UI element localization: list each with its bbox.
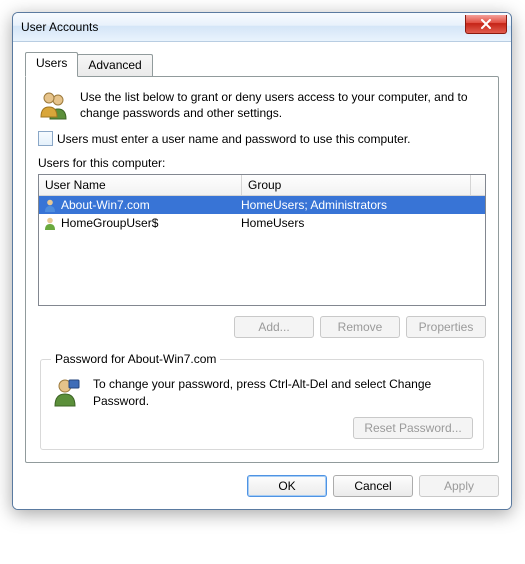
cell-group: HomeUsers; Administrators bbox=[237, 198, 485, 212]
password-group-title: Password for About-Win7.com bbox=[51, 352, 220, 366]
cell-group: HomeUsers bbox=[237, 216, 485, 230]
close-icon bbox=[480, 19, 492, 29]
properties-button[interactable]: Properties bbox=[406, 316, 486, 338]
checkbox-icon[interactable] bbox=[38, 131, 53, 146]
ok-button[interactable]: OK bbox=[247, 475, 327, 497]
cancel-button[interactable]: Cancel bbox=[333, 475, 413, 497]
checkbox-label: Users must enter a user name and passwor… bbox=[57, 132, 411, 146]
apply-button[interactable]: Apply bbox=[419, 475, 499, 497]
dialog-buttons: OK Cancel Apply bbox=[25, 475, 499, 497]
reset-password-button[interactable]: Reset Password... bbox=[353, 417, 473, 439]
tabstrip: Users Advanced bbox=[25, 52, 499, 76]
users-icon bbox=[38, 89, 70, 121]
list-row[interactable]: About-Win7.com HomeUsers; Administrators bbox=[39, 196, 485, 214]
titlebar: User Accounts bbox=[13, 13, 511, 42]
users-list[interactable]: User Name Group About-Win7.com HomeUsers… bbox=[38, 174, 486, 306]
list-header: User Name Group bbox=[39, 175, 485, 196]
list-row[interactable]: HomeGroupUser$ HomeUsers bbox=[39, 214, 485, 232]
password-user-icon bbox=[51, 376, 83, 408]
tab-panel-users: Use the list below to grant or deny user… bbox=[25, 76, 499, 463]
intro-text: Use the list below to grant or deny user… bbox=[80, 89, 486, 121]
cell-username: HomeGroupUser$ bbox=[61, 216, 158, 230]
close-button[interactable] bbox=[465, 15, 507, 34]
user-icon bbox=[43, 198, 57, 212]
window-title: User Accounts bbox=[21, 20, 465, 34]
user-buttons-row: Add... Remove Properties bbox=[38, 316, 486, 338]
password-text: To change your password, press Ctrl-Alt-… bbox=[93, 376, 473, 408]
column-spacer bbox=[471, 175, 485, 195]
users-list-label: Users for this computer: bbox=[38, 156, 486, 170]
tab-users[interactable]: Users bbox=[25, 52, 78, 77]
dialog-client: Users Advanced Use the list below to gra… bbox=[13, 42, 511, 509]
add-button[interactable]: Add... bbox=[234, 316, 314, 338]
password-group: Password for About-Win7.com To change yo… bbox=[40, 352, 484, 449]
dialog-window: User Accounts Users Advanced bbox=[12, 12, 512, 510]
intro-row: Use the list below to grant or deny user… bbox=[38, 89, 486, 121]
user-icon bbox=[43, 216, 57, 230]
require-password-checkbox-row[interactable]: Users must enter a user name and passwor… bbox=[38, 131, 486, 146]
list-body: About-Win7.com HomeUsers; Administrators… bbox=[39, 196, 485, 232]
cell-username: About-Win7.com bbox=[61, 198, 150, 212]
tab-advanced[interactable]: Advanced bbox=[77, 54, 152, 76]
column-group[interactable]: Group bbox=[242, 175, 471, 195]
column-username[interactable]: User Name bbox=[39, 175, 242, 195]
remove-button[interactable]: Remove bbox=[320, 316, 400, 338]
